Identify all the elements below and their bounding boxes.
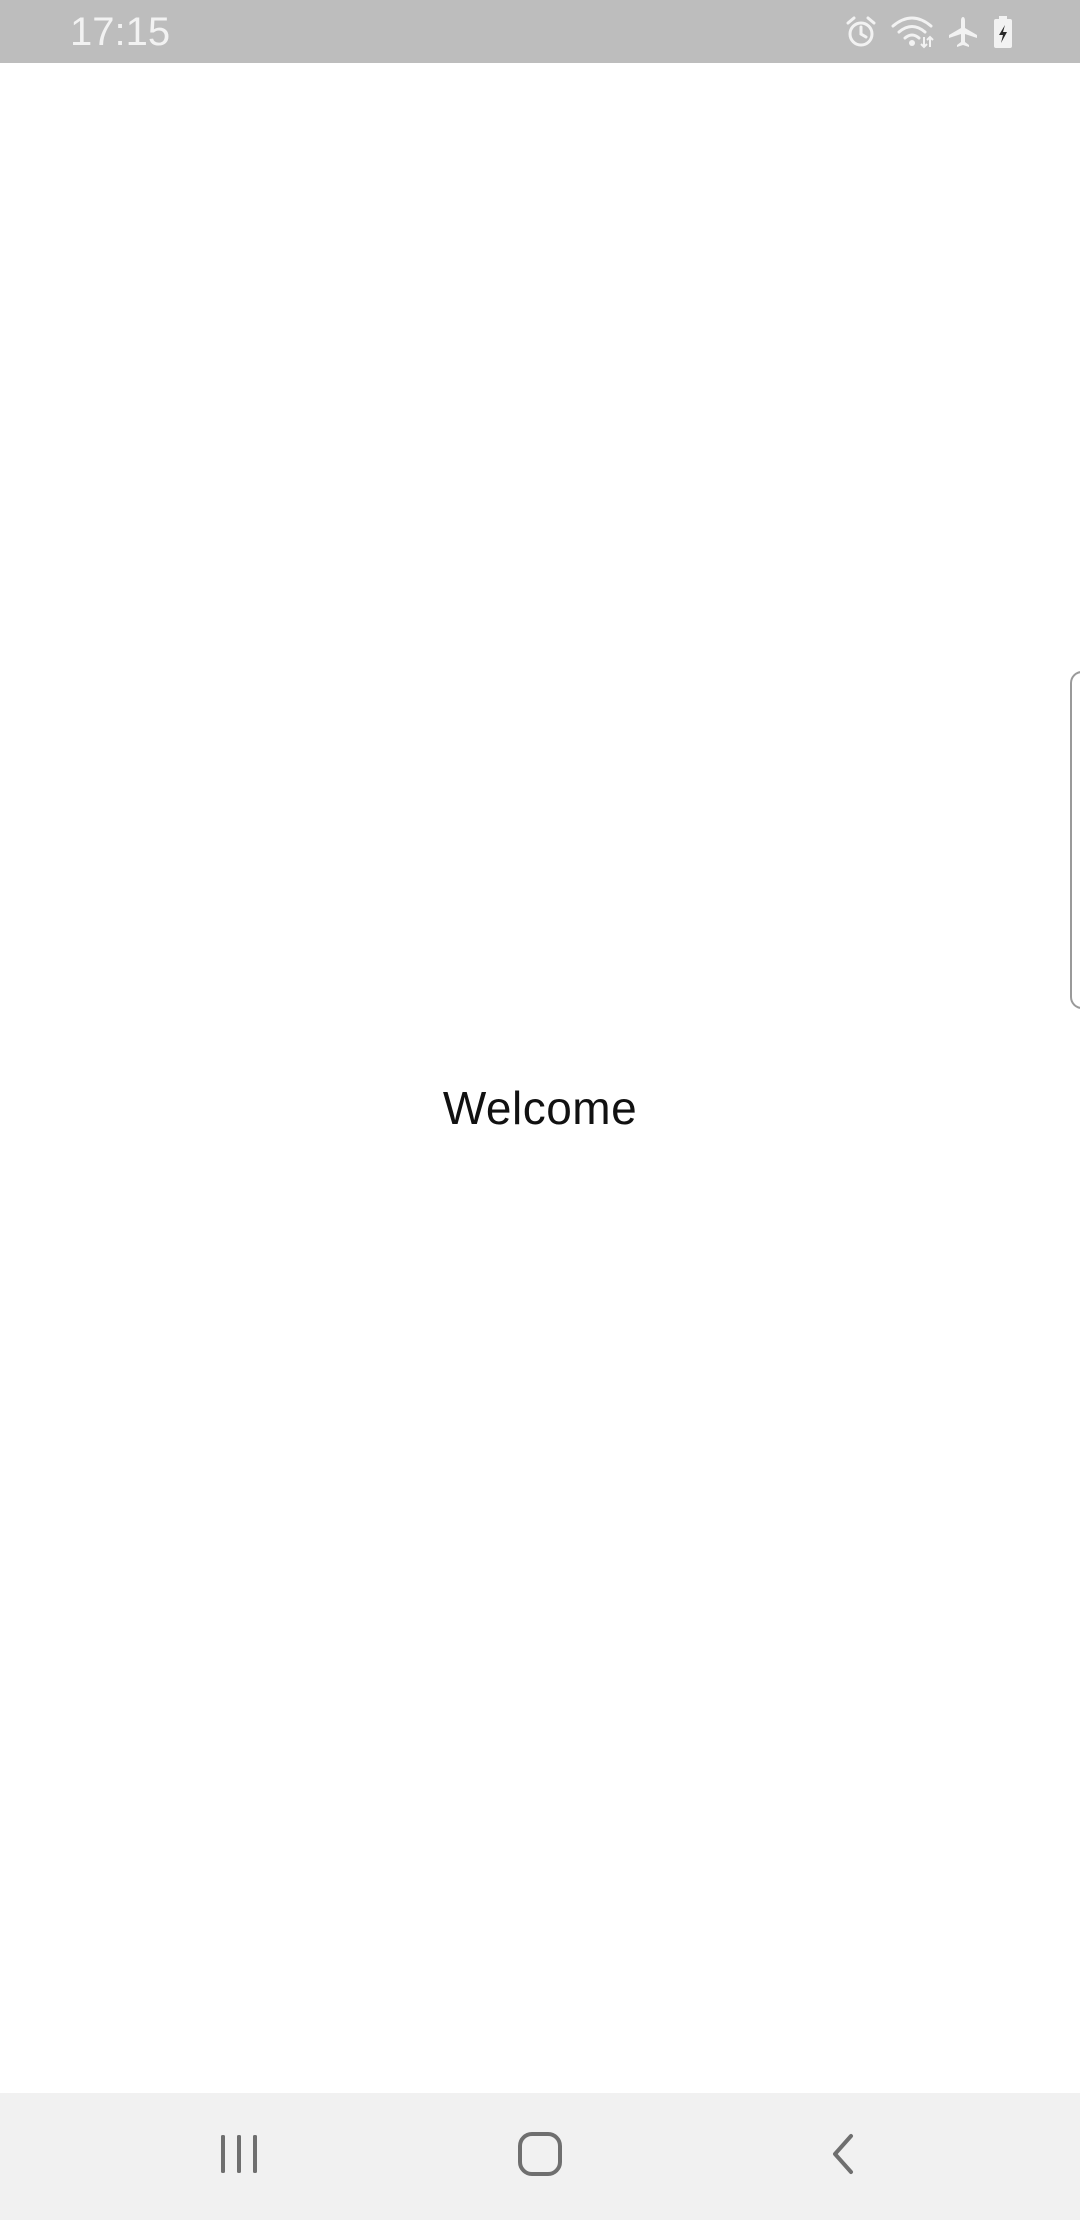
wifi-icon xyxy=(890,15,934,49)
recents-button[interactable] xyxy=(139,2093,339,2220)
home-icon xyxy=(516,2130,564,2183)
home-button[interactable] xyxy=(440,2093,640,2220)
battery-charging-icon xyxy=(992,15,1014,49)
status-time: 17:15 xyxy=(70,10,171,54)
status-bar: 17:15 xyxy=(0,0,1080,63)
navigation-bar xyxy=(0,2093,1080,2220)
app-screen: 17:15 Welcome xyxy=(0,0,1080,2220)
status-icons xyxy=(844,12,1014,52)
back-button[interactable] xyxy=(743,2093,943,2220)
airplane-mode-icon xyxy=(946,15,980,49)
alarm-icon xyxy=(844,15,878,49)
back-icon xyxy=(825,2130,861,2183)
welcome-text: Welcome xyxy=(442,1082,638,1134)
main-content: Welcome xyxy=(0,63,1080,2093)
edge-panel-handle[interactable] xyxy=(1070,671,1080,1009)
recents-icon xyxy=(217,2132,261,2181)
